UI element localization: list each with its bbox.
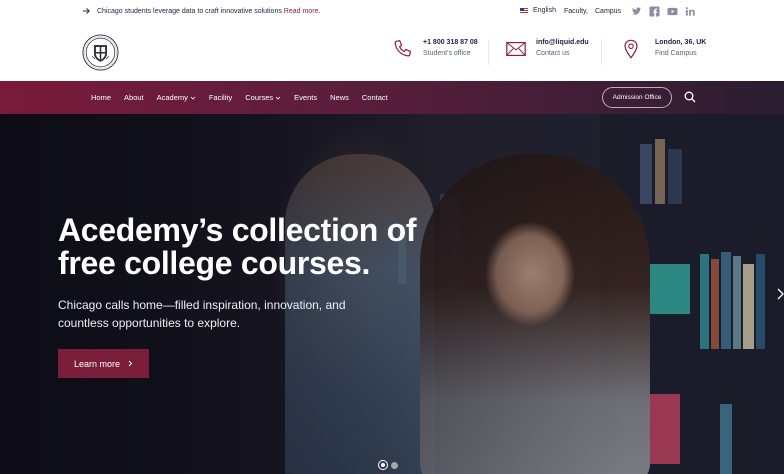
- nav-item-news[interactable]: News: [330, 93, 349, 102]
- hero-title-line: Acedemy’s collection of: [58, 212, 417, 248]
- nav-item-label: Contact: [361, 93, 388, 102]
- phone-contact[interactable]: +1 800 318 87 08 Student's office: [392, 38, 478, 60]
- language-label: English: [533, 7, 556, 14]
- email-contact[interactable]: info@liquid.edu Contact us: [505, 38, 589, 60]
- chevron-down-icon: [190, 96, 196, 100]
- nav-item-academy[interactable]: Academy: [157, 93, 196, 102]
- announcement-text: Chicago students leverage data to craft …: [97, 8, 282, 15]
- linkedin-icon[interactable]: [685, 6, 696, 17]
- nav-item-label: News: [330, 93, 349, 102]
- nav-item-label: Academy: [156, 93, 188, 102]
- nav-item-contact[interactable]: Contact: [362, 93, 388, 102]
- faculty-link[interactable]: Faculty,: [564, 8, 588, 15]
- nav-item-facility[interactable]: Facility: [209, 93, 232, 102]
- social-links: [631, 6, 696, 17]
- chevron-right-icon[interactable]: [776, 286, 784, 302]
- location-value: London, 36, UK: [655, 39, 707, 46]
- nav-item-courses[interactable]: Courses: [245, 93, 281, 102]
- envelope-icon: [506, 41, 526, 57]
- nav-item-label: Courses: [245, 93, 274, 102]
- learn-more-label: Learn more: [73, 358, 121, 369]
- location-label: Find Campus: [655, 50, 697, 57]
- divider: [488, 39, 489, 65]
- map-pin-icon: [624, 39, 638, 59]
- slide-dot[interactable]: [391, 461, 398, 469]
- location-contact[interactable]: London, 36, UK Find Campus: [620, 38, 706, 60]
- chevron-down-icon: [275, 96, 281, 100]
- chevron-right-icon: [128, 360, 133, 367]
- youtube-icon[interactable]: [667, 6, 678, 17]
- facebook-icon[interactable]: [649, 6, 660, 17]
- twitter-icon[interactable]: [631, 6, 642, 17]
- us-flag-icon: [520, 7, 528, 14]
- divider: [601, 39, 602, 65]
- email-address: info@liquid.edu: [536, 39, 589, 46]
- nav-item-events[interactable]: Events: [294, 93, 317, 102]
- hero-subtitle-line: countless opportunities to explore.: [58, 316, 241, 330]
- arrow-right-icon: [82, 7, 90, 15]
- site-header: +1 800 318 87 08 Student's office info@l…: [0, 25, 784, 81]
- hero-subtitle-line: Chicago calls home—filled inspiration, i…: [58, 298, 346, 312]
- nav-item-label: Events: [294, 93, 318, 102]
- phone-number: +1 800 318 87 08: [423, 39, 478, 46]
- language-selector[interactable]: English: [520, 7, 556, 14]
- nav-item-label: About: [124, 93, 144, 102]
- slide-dot-active[interactable]: [378, 460, 388, 470]
- read-more-link[interactable]: Read more.: [284, 8, 321, 15]
- hero-overlay: [0, 114, 784, 474]
- phone-icon: [394, 40, 411, 57]
- campus-link[interactable]: Campus: [595, 8, 621, 15]
- top-bar: Chicago students leverage data to craft …: [0, 0, 784, 25]
- nav-item-about[interactable]: About: [124, 93, 144, 102]
- search-icon[interactable]: [684, 91, 696, 103]
- nav-item-home[interactable]: Home: [91, 93, 111, 102]
- email-label: Contact us: [536, 50, 570, 57]
- hero-title: Acedemy’s collection of free college cou…: [58, 214, 418, 280]
- phone-label: Student's office: [423, 50, 471, 57]
- learn-more-button[interactable]: Learn more: [58, 349, 149, 378]
- hero-subtitle: Chicago calls home—filled inspiration, i…: [58, 296, 348, 332]
- hero-title-line: free college courses.: [58, 245, 371, 281]
- nav-item-label: Facility: [208, 93, 233, 102]
- slider-pagination: [378, 460, 398, 470]
- nav-item-label: Home: [91, 93, 112, 102]
- hero-slider: Acedemy’s collection of free college cou…: [0, 114, 784, 474]
- university-crest-logo[interactable]: [82, 34, 119, 71]
- announcement: Chicago students leverage data to craft …: [97, 8, 320, 15]
- admission-office-button[interactable]: Admission Office: [602, 87, 672, 108]
- main-navigation: Home About Academy Facility Courses Even…: [0, 81, 784, 114]
